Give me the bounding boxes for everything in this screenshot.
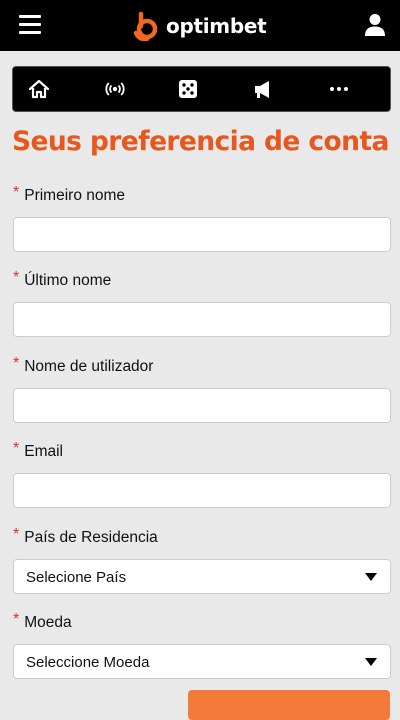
optimbet-logo-mark-icon <box>133 11 158 41</box>
page-title: Seus preferencia de conta <box>12 126 389 157</box>
required-asterisk: * <box>13 184 20 201</box>
country-select-value: Selecione País <box>26 569 127 586</box>
required-asterisk: * <box>13 355 20 372</box>
country-select[interactable]: Selecione País <box>13 559 391 594</box>
last-name-label: * Último nome <box>13 269 391 294</box>
required-asterisk: * <box>13 526 20 543</box>
email-label-text: Email <box>24 443 63 460</box>
currency-select-value: Seleccione Moeda <box>26 654 150 671</box>
continue-button[interactable] <box>188 690 390 720</box>
country-field: * País de Residencia Selecione País <box>13 526 391 594</box>
currency-select[interactable]: Seleccione Moeda <box>13 644 391 679</box>
live-broadcast-icon[interactable] <box>103 77 127 101</box>
required-asterisk: * <box>13 611 20 628</box>
first-name-label-text: Primeiro nome <box>24 187 126 204</box>
user-icon[interactable] <box>364 13 386 37</box>
more-dots-icon[interactable] <box>327 77 351 101</box>
category-icon-bar <box>12 66 391 112</box>
hamburger-menu-icon[interactable] <box>19 15 41 35</box>
currency-label-text: Moeda <box>24 614 72 631</box>
megaphone-icon[interactable] <box>252 77 276 101</box>
last-name-label-text: Último nome <box>24 272 112 289</box>
dice-icon[interactable] <box>176 77 200 101</box>
currency-label: * Moeda <box>13 611 391 636</box>
required-asterisk: * <box>13 440 20 457</box>
chevron-down-icon <box>365 658 377 666</box>
email-label: * Email <box>13 440 391 465</box>
last-name-input[interactable] <box>13 302 391 337</box>
email-input[interactable] <box>13 473 391 508</box>
top-bar: optimbet <box>0 0 400 51</box>
home-icon[interactable] <box>27 77 51 101</box>
email-field: * Email <box>13 440 391 508</box>
username-field: * Nome de utilizador <box>13 355 391 423</box>
country-label-text: País de Residencia <box>24 529 158 546</box>
first-name-field: * Primeiro nome <box>13 184 391 252</box>
username-input[interactable] <box>13 388 391 423</box>
logo-text: optimbet <box>166 14 267 38</box>
currency-field: * Moeda Seleccione Moeda <box>13 611 391 679</box>
username-label: * Nome de utilizador <box>13 355 391 380</box>
country-label: * País de Residencia <box>13 526 391 551</box>
required-asterisk: * <box>13 269 20 286</box>
optimbet-logo[interactable]: optimbet <box>132 11 267 41</box>
first-name-input[interactable] <box>13 217 391 252</box>
username-label-text: Nome de utilizador <box>24 358 154 375</box>
first-name-label: * Primeiro nome <box>13 184 391 209</box>
chevron-down-icon <box>365 573 377 581</box>
last-name-field: * Último nome <box>13 269 391 337</box>
